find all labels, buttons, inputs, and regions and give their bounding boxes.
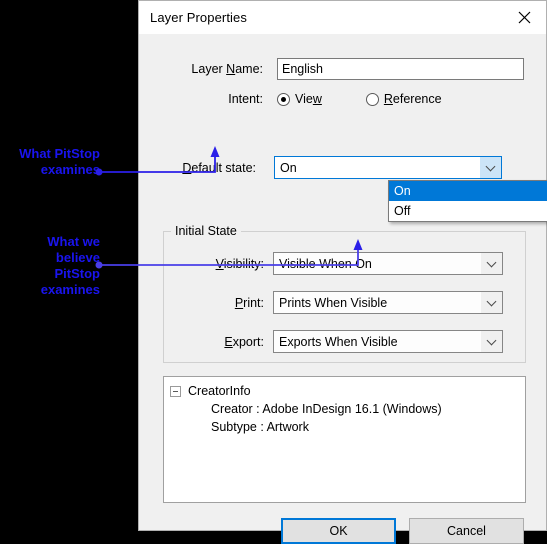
print-row: Print: Prints When Visible xyxy=(179,291,519,314)
dialog-body: Layer Name: English Intent: View Referen… xyxy=(139,34,547,544)
layer-name-value: English xyxy=(282,62,323,76)
tree-root-creatorinfo[interactable]: CreatorInfo xyxy=(170,382,525,400)
default-state-dropdown-list[interactable]: On Off xyxy=(388,180,547,222)
layer-properties-dialog: Layer Properties Layer Name: English Int… xyxy=(138,0,547,544)
default-state-row: Default state: On xyxy=(163,156,526,179)
tree-root-label: CreatorInfo xyxy=(188,384,251,398)
tree-item-creator: Creator : Adobe InDesign 16.1 (Windows) xyxy=(211,402,442,416)
visibility-label: Visibility: xyxy=(215,256,264,271)
minus-box-icon[interactable] xyxy=(170,385,181,397)
cancel-button[interactable]: Cancel xyxy=(409,518,524,544)
export-value: Exports When Visible xyxy=(279,334,398,349)
layer-name-row: Layer Name: English xyxy=(163,58,526,80)
intent-reference-label: Reference xyxy=(383,92,442,106)
print-label: Print: xyxy=(234,295,264,310)
default-state-label: Default state: xyxy=(182,160,256,175)
default-state-combobox[interactable]: On xyxy=(274,156,502,179)
export-row: Export: Exports When Visible xyxy=(179,330,519,353)
close-icon[interactable] xyxy=(502,1,546,34)
default-state-value: On xyxy=(280,160,297,175)
initial-state-group-title: Initial State xyxy=(171,224,241,238)
layer-name-label: Layer Name: xyxy=(191,62,263,76)
chevron-down-icon[interactable] xyxy=(481,292,502,313)
dropdown-option-off[interactable]: Off xyxy=(389,201,547,221)
print-value: Prints When Visible xyxy=(279,295,388,310)
intent-radio-reference[interactable]: Reference xyxy=(365,92,442,106)
chevron-down-icon[interactable] xyxy=(481,331,502,352)
window-title: Layer Properties xyxy=(150,10,247,25)
print-combobox[interactable]: Prints When Visible xyxy=(273,291,503,314)
visibility-combobox[interactable]: Visible When On xyxy=(273,252,503,275)
export-label: Export: xyxy=(224,334,264,349)
radio-indicator-reference xyxy=(365,92,379,106)
annotation-label-2: What we believe PitStop examines xyxy=(40,234,100,297)
title-bar: Layer Properties xyxy=(139,1,546,34)
visibility-value: Visible When On xyxy=(279,256,372,271)
chevron-down-icon[interactable] xyxy=(480,157,501,178)
layer-name-input[interactable]: English xyxy=(277,58,524,80)
annotation-label-1: What PitStop examines xyxy=(19,146,100,177)
intent-label: Intent: xyxy=(228,92,263,106)
creator-info-tree[interactable]: CreatorInfo Creator : Adobe InDesign 16.… xyxy=(163,376,526,503)
dropdown-option-on[interactable]: On xyxy=(389,181,547,201)
chevron-down-icon[interactable] xyxy=(481,253,502,274)
tree-item-subtype: Subtype : Artwork xyxy=(211,420,309,434)
radio-indicator-view xyxy=(277,92,290,106)
export-combobox[interactable]: Exports When Visible xyxy=(273,330,503,353)
visibility-row: Visibility: Visible When On xyxy=(179,252,519,275)
intent-radio-view[interactable]: View xyxy=(277,92,322,106)
ok-button[interactable]: OK xyxy=(281,518,396,544)
intent-row: Intent: View Reference xyxy=(163,92,526,106)
intent-view-label: View xyxy=(295,92,322,106)
